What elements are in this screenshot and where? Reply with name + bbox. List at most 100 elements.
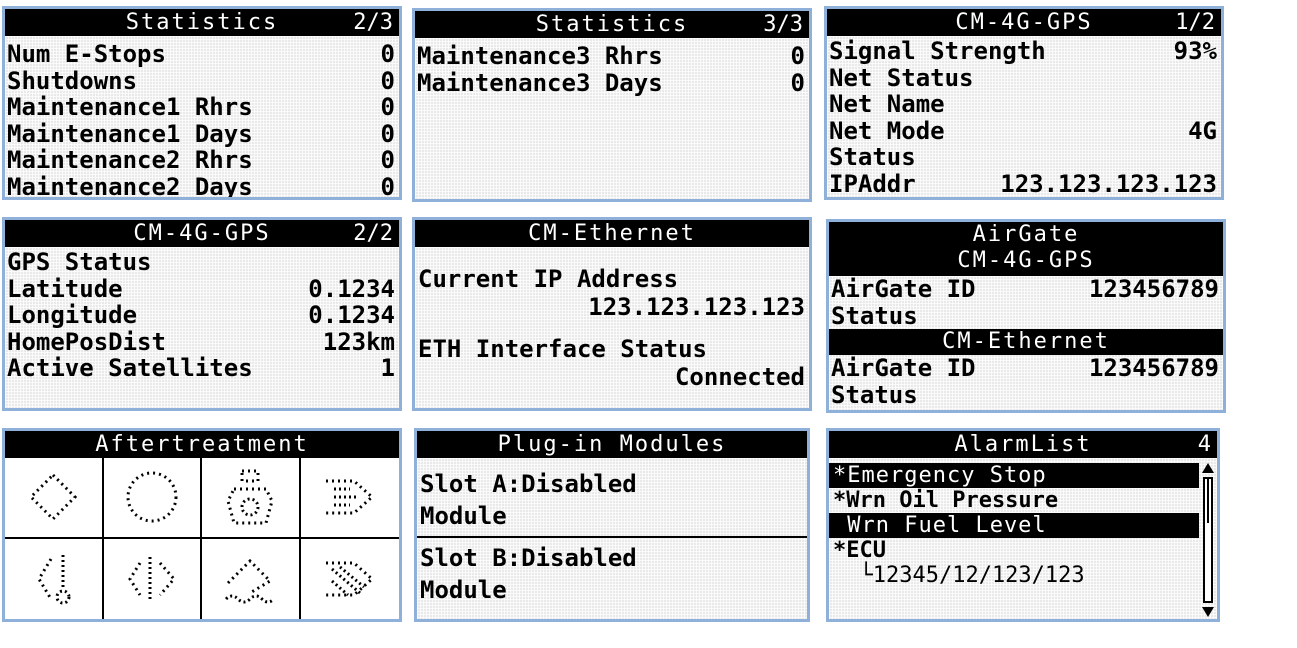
stat-row: Shutdowns 0 (5, 66, 399, 95)
stat-value: 0 (380, 119, 395, 148)
page-indicator: 2/3 (353, 10, 393, 35)
slot-a-status: Slot A:Disabled (420, 470, 637, 498)
stat-label: Maintenance1 Days (7, 119, 253, 148)
ip-address-label: Current IP Address (418, 265, 679, 293)
ip-address-value: 123.123.123.123 (588, 293, 805, 321)
wave-level-icon (225, 558, 276, 604)
airgate-eth-id-label: AirGate ID (831, 354, 976, 383)
gps-label: Net Mode (829, 116, 945, 145)
regeneration-icon (127, 556, 176, 601)
stat-label: Shutdowns (7, 66, 138, 95)
aftertreatment-panel: Aftertreatment (2, 428, 402, 622)
gps-label: Active Satellites (7, 354, 253, 383)
alarm-list[interactable]: *Emergency Stop *Wrn Oil Pressure Wrn Fu… (829, 463, 1199, 588)
panel-title: Statistics (125, 10, 279, 35)
airgate-status-label: Status (831, 301, 918, 330)
slot-b-module: Module (420, 576, 507, 604)
stat-label: Num E-Stops (7, 40, 166, 69)
aftertreatment-cell (300, 458, 399, 539)
panel-title: AirGate (972, 222, 1080, 247)
airgate-eth-status-row: Status (829, 381, 1223, 409)
aftertreatment-cell (103, 458, 202, 539)
alarm-item[interactable]: *ECU (829, 538, 1199, 563)
panel-title: AlarmList (954, 432, 1092, 457)
panel-header: CM-4G-GPS 2/2 (5, 220, 399, 247)
stat-row: Maintenance1 Days 0 (5, 119, 399, 148)
panel-header: AirGate CM-4G-GPS (829, 222, 1223, 276)
stat-value: 0 (380, 40, 395, 69)
gps-label: Status (829, 143, 916, 172)
gps-label: Longitude (7, 301, 138, 330)
scroll-up-arrow-icon[interactable] (1202, 463, 1214, 473)
panel-header: Statistics 2/3 (5, 9, 399, 36)
aftertreatment-cell (5, 538, 104, 619)
gps-label: IPAddr (829, 169, 916, 198)
gps-row: Longitude 0.1234 (5, 301, 399, 330)
gps-label: GPS Status (7, 248, 152, 277)
gps-value: 123.123.123.123 (1000, 169, 1217, 198)
interface-status-label: ETH Interface Status (418, 335, 707, 363)
interface-status-value: Connected (674, 363, 805, 391)
slot-divider (417, 536, 807, 538)
panel-title: CM-4G-GPS (133, 221, 271, 246)
gps-row: IPAddr 123.123.123.123 (827, 169, 1221, 198)
statistics-page-3-panel: Statistics 3/3 Maintenance3 Rhrs 0 Mainte… (412, 8, 812, 202)
panel-header: Plug-in Modules (417, 431, 807, 458)
diamond-indicator-icon (29, 473, 78, 522)
aftertreatment-icon-grid (5, 458, 399, 619)
gps-value: 123km (322, 327, 395, 356)
panel-title: Aftertreatment (95, 432, 309, 457)
airgate-id-value: 123456789 (1088, 275, 1219, 304)
gps-page-1-panel: CM-4G-GPS 1/2 Signal Strength 93% Net Sta… (824, 6, 1224, 200)
aftertreatment-cell (202, 538, 301, 619)
stat-row: Maintenance3 Rhrs 0 (415, 42, 809, 71)
gps-label: Net Name (829, 90, 945, 119)
alarm-scrollbar[interactable] (1201, 463, 1215, 617)
stat-row: Num E-Stops 0 (5, 40, 399, 69)
stat-row: Maintenance2 Rhrs 0 (5, 146, 399, 175)
airgate-eth-id-value: 123456789 (1088, 354, 1219, 383)
gps-row: Net Mode 4G (827, 116, 1221, 145)
scroll-track[interactable] (1203, 477, 1213, 603)
gps-value: 4G (1188, 116, 1217, 145)
gps-row: Status (827, 143, 1221, 172)
gps-value: 0.1234 (308, 301, 395, 330)
airgate-id-row: AirGate ID 123456789 (829, 275, 1223, 304)
exhaust-flow-icon (325, 479, 375, 515)
stat-value: 0 (380, 66, 395, 95)
gps-row: Signal Strength 93% (827, 37, 1221, 65)
panel-title: CM-Ethernet (528, 221, 696, 246)
stat-label: Maintenance1 Rhrs (7, 93, 253, 122)
panel-title: Statistics (535, 12, 689, 37)
alarm-item[interactable]: Wrn Fuel Level (829, 513, 1199, 538)
gps-row: GPS Status (5, 248, 399, 277)
filter-icon (325, 561, 375, 597)
aftertreatment-cell (202, 458, 301, 539)
airgate-panel: AirGate CM-4G-GPS AirGate ID 123456789 St… (826, 219, 1226, 413)
ethernet-section-header: CM-Ethernet (829, 329, 1223, 355)
gps-row: Active Satellites 1 (5, 354, 399, 383)
scroll-thumb[interactable] (1207, 479, 1209, 523)
page-indicator: 2/2 (353, 221, 393, 246)
stat-row: Maintenance1 Rhrs 0 (5, 93, 399, 122)
alarm-count: 4 (1197, 432, 1211, 457)
stat-value: 0 (380, 93, 395, 122)
stat-label: Maintenance2 Days (7, 172, 253, 200)
panel-header: Aftertreatment (5, 431, 399, 458)
panel-header: AlarmList 4 (829, 431, 1217, 458)
panel-header: CM-Ethernet (415, 220, 809, 247)
statistics-page-2-panel: Statistics 2/3 Num E-Stops 0 Shutdowns 0 M… (2, 6, 402, 200)
stat-label: Maintenance3 Rhrs (417, 42, 663, 71)
scroll-down-arrow-icon[interactable] (1202, 607, 1214, 617)
gps-label: Net Status (829, 63, 974, 92)
alarm-item[interactable]: *Emergency Stop (829, 463, 1199, 488)
gps-label: Latitude (7, 274, 123, 303)
ethernet-panel: CM-Ethernet Current IP Address 123.123.1… (412, 217, 812, 411)
stat-row: Maintenance2 Days 0 (5, 172, 399, 200)
panel-header: Statistics 3/3 (415, 11, 809, 38)
gps-row: Latitude 0.1234 (5, 274, 399, 303)
alarm-item-detail[interactable]: └12345/12/123/123 (829, 563, 1199, 588)
stat-value: 0 (380, 146, 395, 175)
alarm-item[interactable]: *Wrn Oil Pressure (829, 488, 1199, 513)
gps-label: HomePosDist (7, 327, 166, 356)
